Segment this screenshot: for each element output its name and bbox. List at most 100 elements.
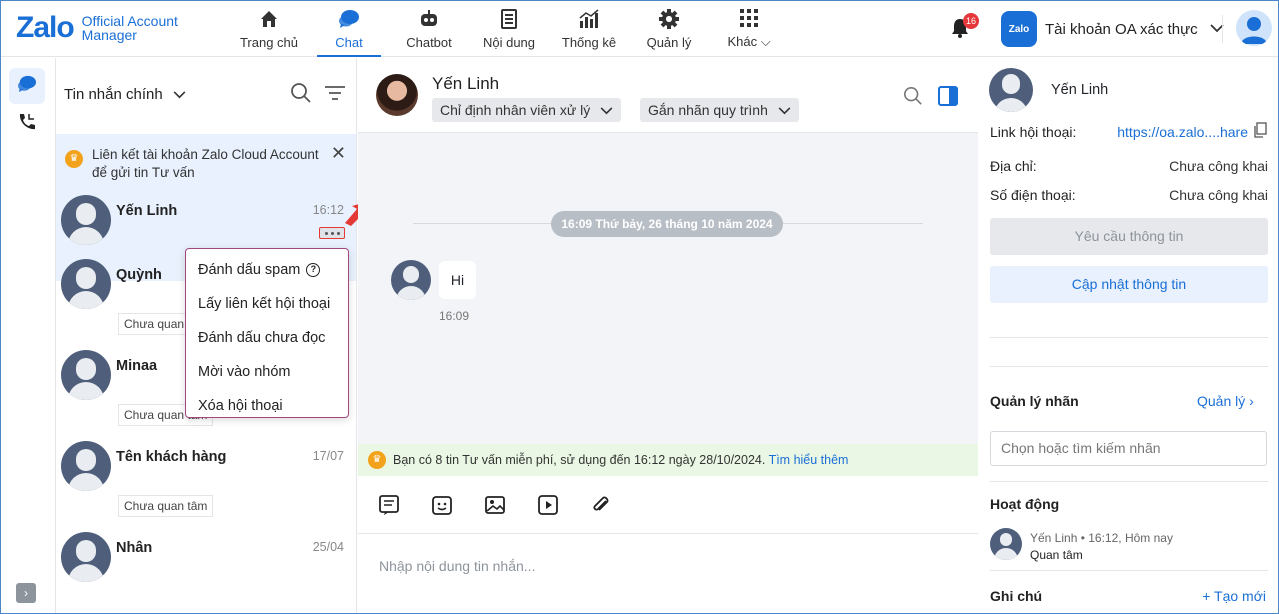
phone-label: Số điện thoại: [990, 187, 1076, 203]
nav-manage[interactable]: Quản lý [629, 1, 709, 57]
message-input[interactable]: Nhập nội dung tin nhắn... [358, 534, 978, 613]
tag-search-input[interactable]: Chọn hoặc tìm kiếm nhãn [990, 431, 1267, 466]
chart-icon [578, 8, 600, 30]
rail-call-button[interactable] [9, 106, 45, 142]
chat-header: Yến Linh Chỉ định nhân viên xử lý Gắn nh… [358, 58, 978, 133]
notes-section-title: Ghi chú [990, 588, 1043, 604]
assign-staff-dropdown[interactable]: Chỉ định nhân viên xử lý [432, 98, 622, 122]
message-bubble[interactable]: Hi [439, 261, 476, 299]
video-icon[interactable] [536, 493, 560, 517]
learn-more-link[interactable]: Tìm hiểu thêm [769, 453, 849, 467]
manage-tags-label: Quản lý [1197, 393, 1246, 409]
chevron-down-icon [778, 98, 791, 122]
logo-wordmark: Zalo [16, 11, 75, 44]
message-time: 16:09 [439, 309, 470, 323]
nav-chat-label: Chat [335, 35, 363, 50]
activity-user: Yến Linh [1030, 531, 1078, 545]
date-separator: 16:09 Thứ bảy, 26 tháng 10 năm 2024 [551, 211, 783, 237]
cloud-account-banner: ♛ Liên kết tài khoản Zalo Cloud Account … [56, 134, 356, 191]
divider [990, 481, 1268, 482]
avatar [61, 259, 111, 309]
rail-chat-button[interactable] [9, 68, 45, 104]
nav-content-label: Nội dung [482, 35, 536, 50]
address-label: Địa chỉ: [990, 158, 1037, 174]
menu-item-mark-unread[interactable]: Đánh dấu chưa đọc [186, 321, 348, 355]
process-tag-dropdown[interactable]: Gắn nhãn quy trình [640, 98, 799, 122]
more-options-button[interactable] [319, 227, 345, 239]
phone-value: Chưa công khai [1169, 187, 1268, 203]
update-info-button[interactable]: Cập nhật thông tin [990, 266, 1268, 303]
conversation-name: Nhân [116, 540, 153, 556]
logo-subtitle: Official Account Manager [82, 14, 178, 42]
list-tools [290, 82, 346, 109]
close-icon[interactable]: ✕ [331, 144, 346, 162]
notification-badge: 16 [963, 13, 979, 29]
nav-chatbot-label: Chatbot [406, 35, 452, 50]
contact-name: Yến Linh [432, 74, 500, 93]
logo-line2: Manager [81, 27, 137, 43]
menu-item-delete-conversation[interactable]: Xóa hội thoại [186, 389, 348, 423]
chevron-right-icon: › [1249, 393, 1254, 409]
manage-tags-link[interactable]: Quản lý › [1197, 393, 1254, 409]
nav-more-text: Khác [727, 34, 758, 49]
nav-chat[interactable]: Chat [309, 1, 389, 57]
conversation-name: Tên khách hàng [116, 449, 227, 465]
activity-time: 16:12, Hôm nay [1088, 531, 1173, 545]
conversation-name: Minaa [116, 358, 158, 374]
nav-stats[interactable]: Thống kê [549, 1, 629, 57]
content-icon [498, 8, 520, 30]
filter-icon[interactable] [324, 82, 346, 109]
nav-content[interactable]: Nội dung [469, 1, 549, 57]
robot-icon [418, 8, 440, 30]
conversation-tag: Chưa quan tâm [118, 495, 214, 517]
help-icon[interactable]: ? [306, 263, 321, 277]
app-window: Zalo Official Account Manager Trang chủ … [0, 0, 1279, 614]
inbox-filter-dropdown[interactable]: Tin nhắn chính [64, 86, 186, 103]
conversation-item[interactable]: Nhân 25/04 [56, 528, 356, 613]
account-logo: Zalo [1001, 11, 1037, 47]
nav-chatbot[interactable]: Chatbot [389, 1, 469, 57]
request-info-button[interactable]: Yêu cầu thông tin [990, 218, 1268, 255]
avatar [61, 532, 111, 582]
nav-manage-label: Quản lý [646, 35, 692, 50]
avatar [989, 68, 1033, 112]
nav-stats-label: Thống kê [561, 35, 617, 50]
copy-icon[interactable] [1253, 122, 1267, 143]
search-icon[interactable] [903, 86, 923, 111]
free-message-notice: ♛ Bạn có 8 tin Tư vấn miễn phí, sử dụng … [358, 444, 978, 476]
contact-avatar[interactable] [376, 74, 418, 116]
conversation-name: Quỳnh [116, 267, 162, 283]
account-switcher[interactable]: Zalo Tài khoản OA xác thực [1001, 11, 1224, 47]
link-label: Link hội thoại: [990, 124, 1077, 140]
toggle-panel-icon[interactable] [938, 86, 958, 111]
process-tag-label: Gắn nhãn quy trình [648, 102, 768, 118]
list-header: Tin nhắn chính [56, 58, 356, 130]
nav-more[interactable]: Khác ⌵ [709, 1, 789, 57]
conversation-time: 17/07 [312, 449, 344, 463]
activity-section-title: Hoạt động [990, 496, 1060, 512]
attachment-icon[interactable] [589, 493, 613, 517]
sticker-icon[interactable] [430, 493, 454, 517]
menu-item-invite-group[interactable]: Mời vào nhóm [186, 355, 348, 389]
conversation-time: 25/04 [312, 540, 344, 554]
conversation-item[interactable]: Tên khách hàng 17/07 Chưa quan tâm [56, 437, 356, 527]
user-avatar[interactable] [1236, 10, 1272, 46]
nav-more-label: Khác ⌵ [727, 34, 770, 50]
chat-panel: Yến Linh Chỉ định nhân viên xử lý Gắn nh… [358, 58, 978, 613]
search-icon[interactable] [290, 82, 312, 109]
create-note-link[interactable]: + Tạo mới [1202, 588, 1266, 604]
image-icon[interactable] [483, 493, 507, 517]
divider [1222, 15, 1223, 43]
nav-home[interactable]: Trang chủ [229, 1, 309, 57]
home-icon [258, 8, 280, 30]
grid-icon [738, 7, 760, 29]
menu-item-get-link[interactable]: Lấy liên kết hội thoại [186, 287, 348, 321]
template-icon[interactable] [377, 493, 401, 517]
expand-sidebar-icon[interactable]: › [16, 583, 36, 603]
menu-item-mark-spam[interactable]: Đánh dấu spam? [186, 253, 348, 287]
avatar [61, 195, 111, 245]
nav-home-label: Trang chủ [239, 35, 299, 50]
zalo-logo[interactable]: Zalo Official Account Manager [16, 11, 178, 45]
conversation-link[interactable]: https://oa.zalo....hare [1117, 124, 1248, 140]
contact-info-panel: Yến Linh Link hội thoại: https://oa.zalo… [979, 58, 1278, 613]
